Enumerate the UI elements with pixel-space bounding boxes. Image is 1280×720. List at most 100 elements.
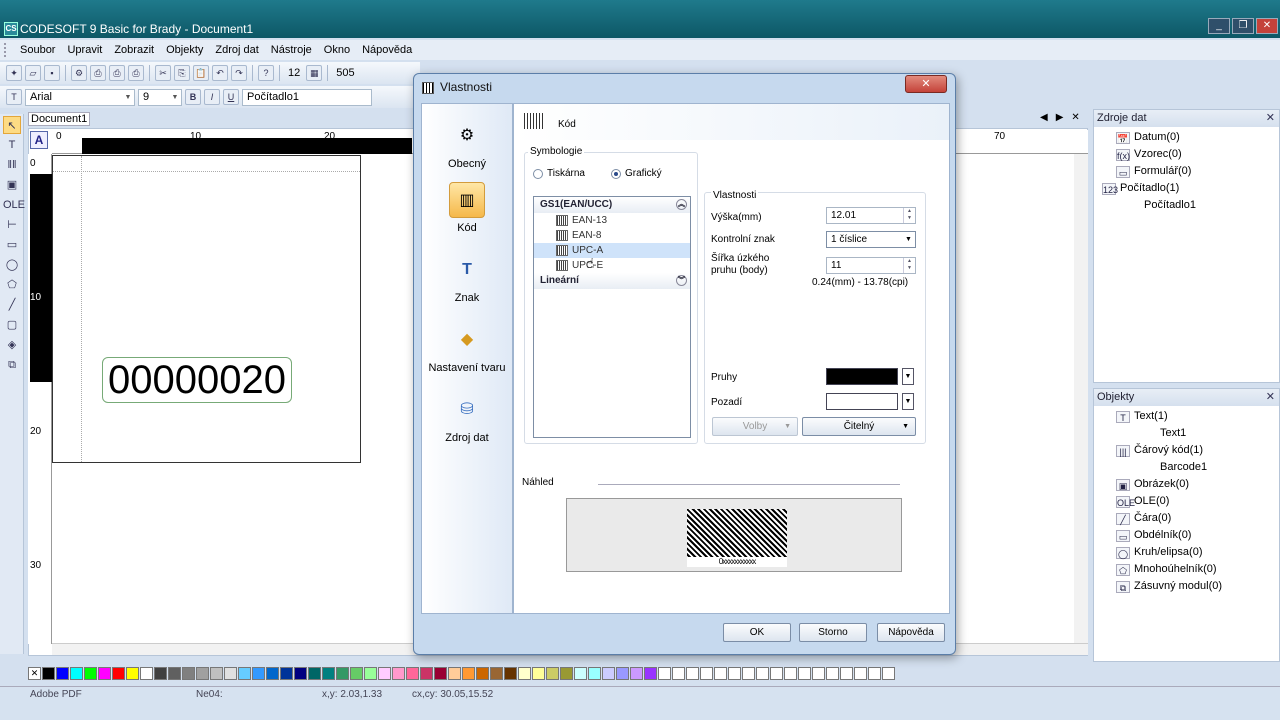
data-source-item[interactable]: 123 Počítadlo(1): [1102, 180, 1279, 197]
menu-objekty[interactable]: Objekty: [160, 44, 209, 56]
sidebar-item-character[interactable]: T Znak: [422, 252, 512, 304]
data-source-item[interactable]: 📅 Datum(0): [1102, 129, 1279, 146]
print-preview-icon[interactable]: ⎙: [90, 65, 106, 81]
menu-nastroje[interactable]: Nástroje: [265, 44, 318, 56]
menu-zdroj-dat[interactable]: Zdroj dat: [209, 44, 264, 56]
color-swatch[interactable]: [392, 666, 405, 680]
color-swatch[interactable]: [182, 666, 195, 680]
sidebar-item-data-source[interactable]: ⛁ Zdroj dat: [422, 392, 512, 444]
object-item[interactable]: Barcode1: [1102, 459, 1279, 476]
object-item[interactable]: ▭ Obdélník(0): [1102, 527, 1279, 544]
print-setup-icon[interactable]: ⚙: [71, 65, 87, 81]
color-swatch[interactable]: [84, 666, 97, 680]
font-size-combo[interactable]: 9 ▼: [138, 88, 182, 106]
height-input[interactable]: 12.01 ▲ ▼: [826, 207, 916, 224]
color-swatch[interactable]: [70, 666, 83, 680]
document-tab[interactable]: Document1: [28, 112, 91, 126]
readable-button[interactable]: Čitelný ▼: [802, 417, 916, 436]
plugin-tool-icon[interactable]: ⧉: [3, 356, 21, 374]
line-tool-icon[interactable]: ⊢: [3, 216, 21, 234]
close-document-icon[interactable]: ✕: [1071, 112, 1079, 123]
zoom-value[interactable]: 505: [333, 67, 357, 79]
menu-napoveda[interactable]: Nápověda: [356, 44, 418, 56]
color-swatch[interactable]: [112, 666, 125, 680]
menu-upravit[interactable]: Upravit: [61, 44, 108, 56]
color-swatch[interactable]: [140, 666, 153, 680]
bold-button[interactable]: B: [185, 89, 201, 105]
object-item[interactable]: ◯ Kruh/elipsa(0): [1102, 544, 1279, 561]
symbology-item-ean8[interactable]: EAN-8: [534, 228, 690, 243]
symbology-item-upce[interactable]: UPC-E: [534, 258, 690, 273]
color-swatch[interactable]: [266, 666, 279, 680]
undo-icon[interactable]: ↶: [212, 65, 228, 81]
menu-zobrazit[interactable]: Zobrazit: [108, 44, 160, 56]
restore-icon[interactable]: ❐: [1232, 18, 1254, 34]
object-item[interactable]: T Text(1): [1102, 408, 1279, 425]
close-panel-icon[interactable]: ✕: [1266, 389, 1275, 406]
text-tool-icon[interactable]: T: [3, 136, 21, 154]
symbology-item-ean13[interactable]: EAN-13: [534, 213, 690, 228]
dialog-close-button[interactable]: ✕: [905, 75, 947, 93]
grid-icon[interactable]: ▦: [306, 65, 323, 81]
background-color-swatch[interactable]: [826, 393, 898, 410]
object-item[interactable]: OLE OLE(0): [1102, 493, 1279, 510]
check-digit-dropdown[interactable]: 1 číslice ▼: [826, 231, 916, 248]
help-icon[interactable]: ?: [258, 65, 274, 81]
symbology-list[interactable]: GS1(EAN/UCC) ︽ EAN-13 EAN-8 UPC-A UPC-E …: [533, 196, 691, 438]
select-tool-icon[interactable]: ↖: [3, 116, 21, 134]
rounded-rect-tool-icon[interactable]: ▢: [3, 316, 21, 334]
sidebar-item-shape[interactable]: ◆ Nastavení tvaru: [422, 322, 512, 374]
color-swatch[interactable]: [322, 666, 335, 680]
color-swatch[interactable]: [98, 666, 111, 680]
color-swatch[interactable]: [336, 666, 349, 680]
color-swatch[interactable]: [406, 666, 419, 680]
object-item[interactable]: Text1: [1102, 425, 1279, 442]
ruler-corner-button[interactable]: A: [30, 131, 48, 149]
data-source-item[interactable]: ▭ Formulář(0): [1102, 163, 1279, 180]
cancel-button[interactable]: Storno: [799, 623, 867, 642]
print-icon[interactable]: ⎙: [109, 65, 125, 81]
shape-tool-icon[interactable]: ◈: [3, 336, 21, 354]
category-linear[interactable]: Lineární ︾: [534, 273, 690, 289]
color-swatch[interactable]: [280, 666, 293, 680]
font-combo[interactable]: Arial ▼: [25, 88, 135, 106]
copy-icon[interactable]: ⎘: [174, 65, 190, 81]
object-item[interactable]: ⬠ Mnohoúhelník(0): [1102, 561, 1279, 578]
color-swatch[interactable]: [238, 666, 251, 680]
diagonal-line-tool-icon[interactable]: ╱: [3, 296, 21, 314]
bars-color-swatch[interactable]: [826, 368, 898, 385]
close-window-icon[interactable]: ✕: [1256, 18, 1278, 34]
ok-button[interactable]: OK: [723, 623, 791, 642]
image-tool-icon[interactable]: ▣: [3, 176, 21, 194]
collapse-icon[interactable]: ︽: [676, 199, 687, 210]
paste-icon[interactable]: 📋: [193, 65, 209, 81]
data-source-item[interactable]: Počítadlo1: [1102, 197, 1279, 214]
expand-icon[interactable]: ︾: [676, 275, 687, 286]
object-item[interactable]: ||| Čárový kód(1): [1102, 442, 1279, 459]
options-button[interactable]: Volby ▼: [712, 417, 798, 436]
color-swatch[interactable]: [224, 666, 237, 680]
chevron-right-icon[interactable]: ▶: [1056, 112, 1064, 123]
redo-icon[interactable]: ↷: [231, 65, 247, 81]
cut-icon[interactable]: ✂: [155, 65, 171, 81]
variable-combo[interactable]: Počítadlo1: [242, 88, 372, 106]
object-item[interactable]: ⧉ Zásuvný modul(0): [1102, 578, 1279, 595]
sidebar-item-code[interactable]: ▥ Kód: [422, 182, 512, 234]
spin-arrows-icon[interactable]: ▲ ▼: [903, 258, 915, 273]
color-swatch[interactable]: [350, 666, 363, 680]
new-icon[interactable]: ✦: [6, 65, 22, 81]
help-button[interactable]: Nápověda: [877, 623, 945, 642]
object-item[interactable]: ╱ Čára(0): [1102, 510, 1279, 527]
ellipse-tool-icon[interactable]: ◯: [3, 256, 21, 274]
spin-arrows-icon[interactable]: ▲ ▼: [903, 208, 915, 223]
counter-text-object[interactable]: 00000020: [102, 357, 292, 403]
vertical-scrollbar[interactable]: [1074, 154, 1088, 643]
data-source-item[interactable]: f(x) Vzorec(0): [1102, 146, 1279, 163]
italic-button[interactable]: I: [204, 89, 220, 105]
color-swatch[interactable]: [154, 666, 167, 680]
save-icon[interactable]: ▪: [44, 65, 60, 81]
color-swatch[interactable]: [252, 666, 265, 680]
color-swatch[interactable]: [294, 666, 307, 680]
chevron-down-icon[interactable]: ▼: [902, 393, 914, 410]
underline-button[interactable]: U: [223, 89, 239, 105]
